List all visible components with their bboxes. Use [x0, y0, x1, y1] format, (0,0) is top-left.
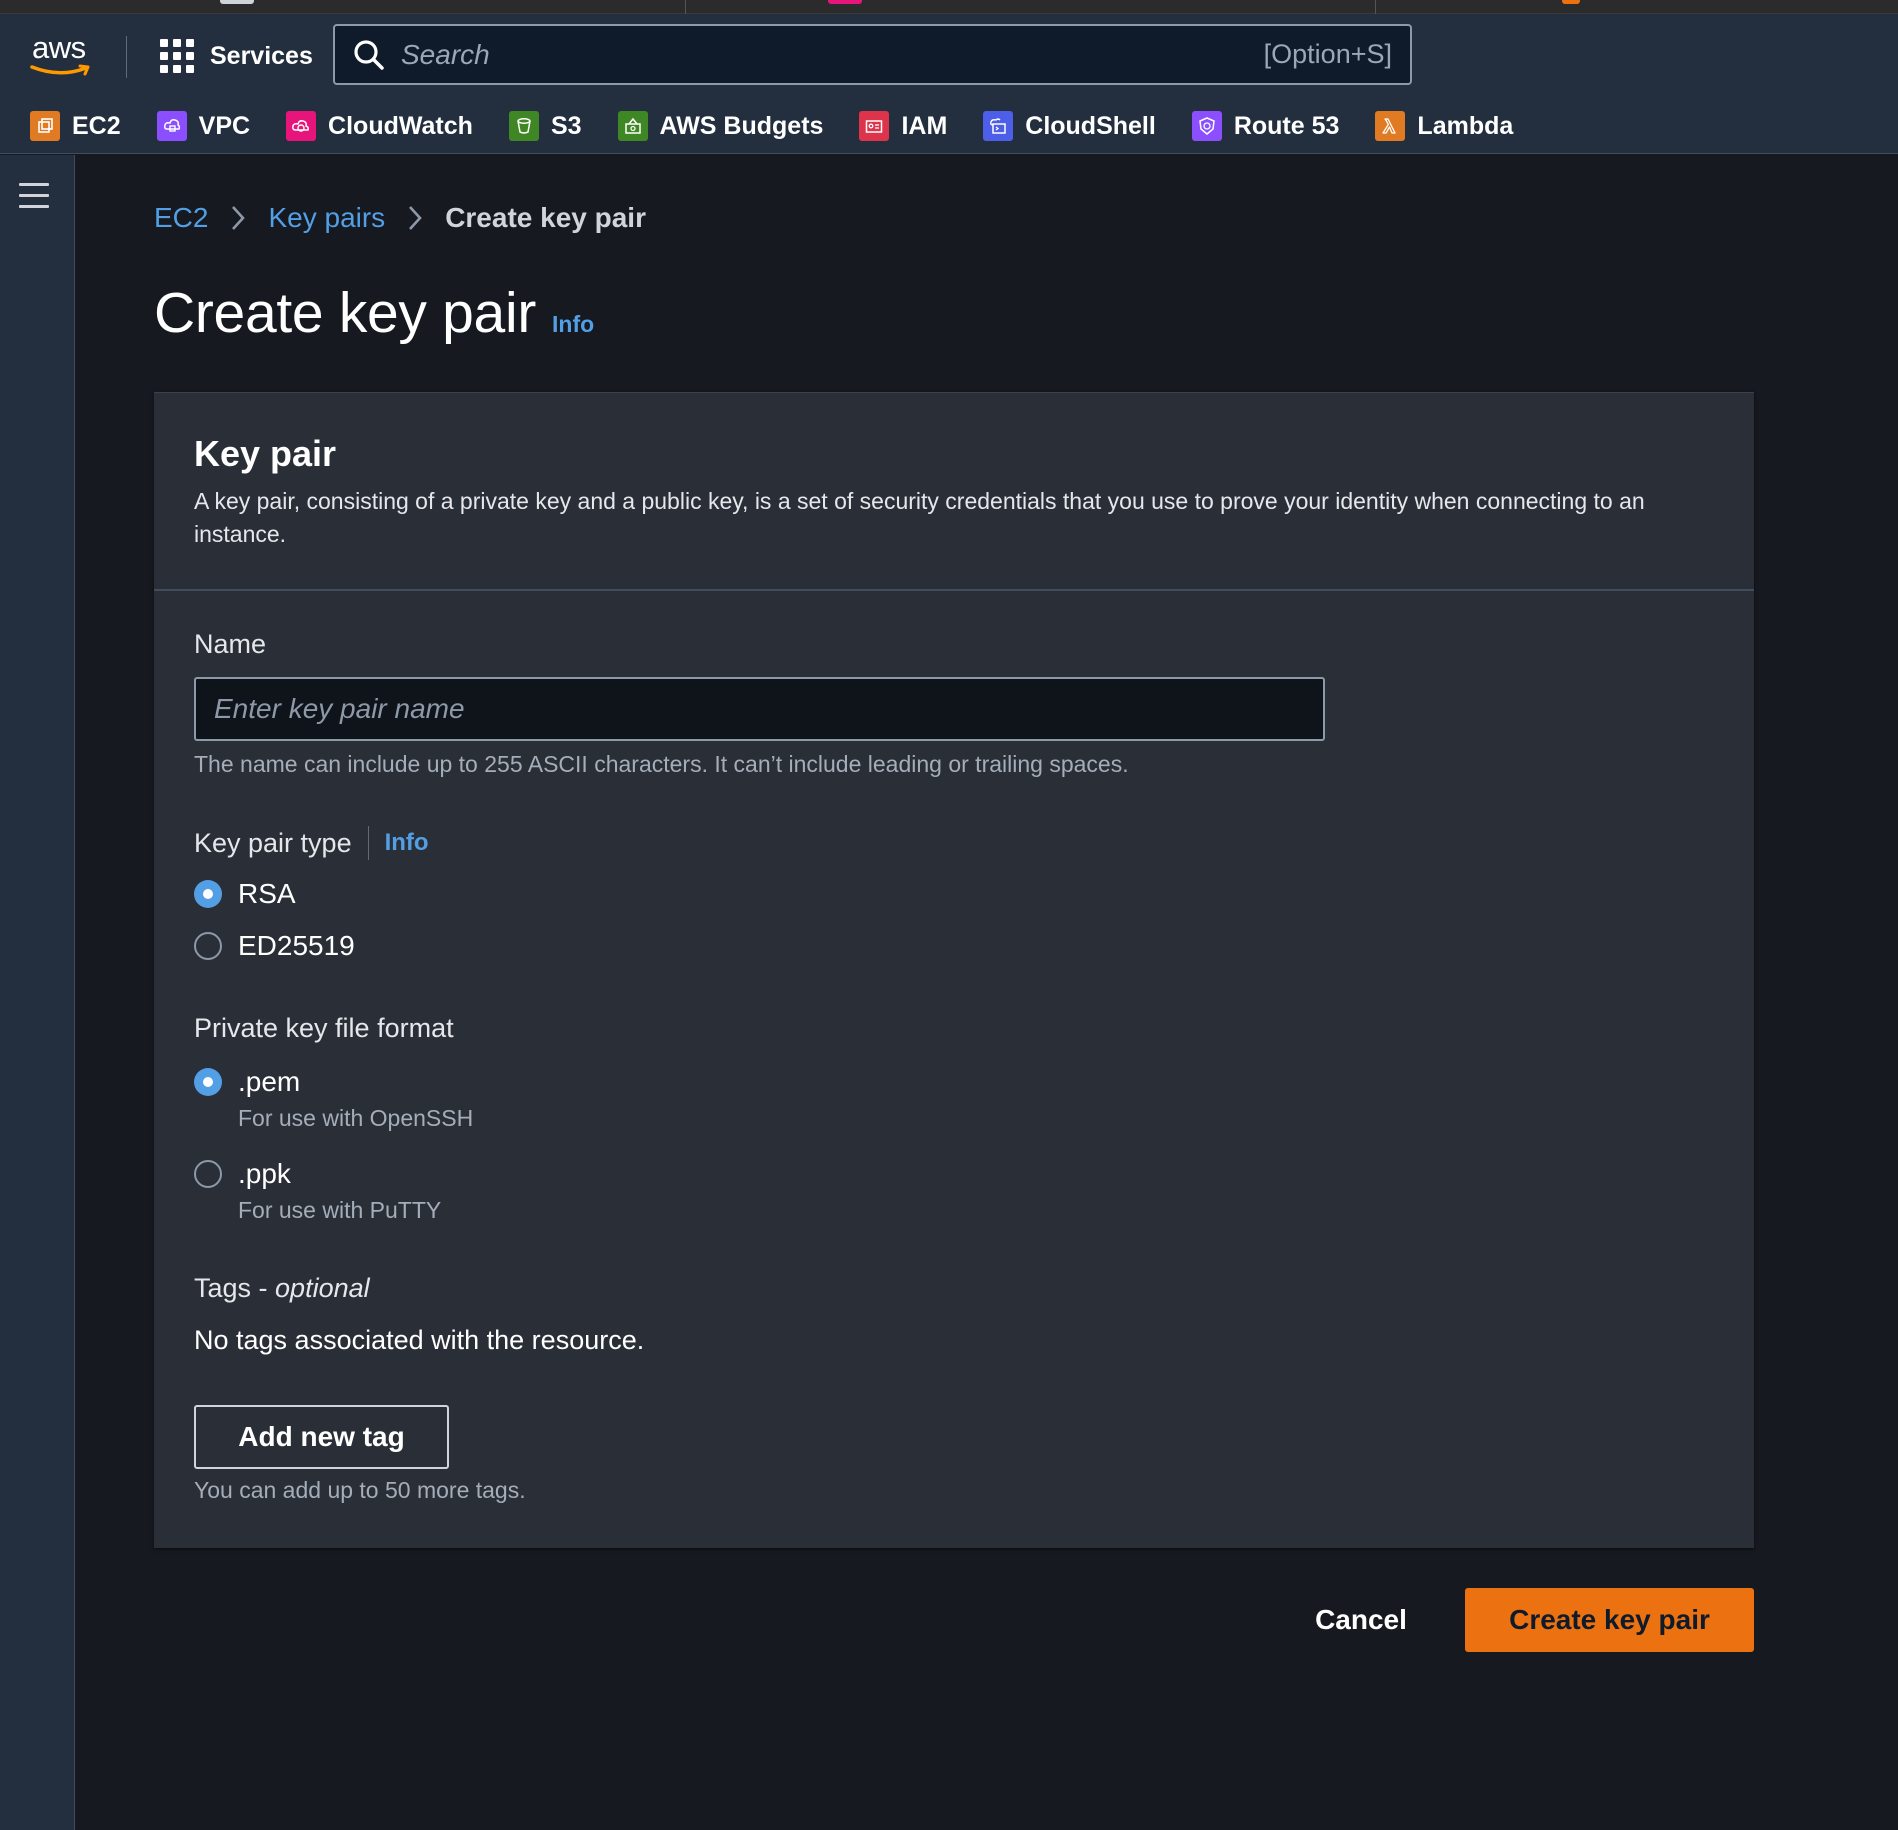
- favorite-label: VPC: [198, 111, 251, 140]
- hamburger-menu-icon[interactable]: [19, 183, 49, 209]
- create-key-pair-button[interactable]: Create key pair: [1465, 1588, 1754, 1652]
- favorite-label: CloudWatch: [328, 111, 473, 140]
- key-pair-panel: Key pair A key pair, consisting of a pri…: [154, 392, 1754, 1548]
- page-title: Create key pair: [154, 281, 537, 345]
- favorite-label: EC2: [72, 111, 121, 140]
- favorite-label: CloudShell: [1025, 111, 1156, 140]
- lambda-icon: [1375, 111, 1406, 141]
- services-grid-icon: [160, 39, 194, 73]
- favorite-cloudwatch[interactable]: CloudWatch: [286, 106, 473, 146]
- browser-tab-fragment[interactable]: [828, 0, 862, 4]
- tags-label: Tags - optional: [194, 1273, 370, 1304]
- breadcrumb: EC2 Key pairs Create key pair: [154, 196, 646, 240]
- radio-option-pem[interactable]: .pem: [194, 1066, 300, 1098]
- radio-label: .ppk: [238, 1158, 291, 1189]
- radio-button-selected[interactable]: [194, 880, 222, 908]
- page-info-link[interactable]: Info: [552, 311, 594, 338]
- radio-option-ppk[interactable]: .ppk: [194, 1158, 291, 1190]
- key-pair-type-info-link[interactable]: Info: [385, 829, 429, 857]
- aws-smile-icon: [30, 64, 90, 76]
- radio-button[interactable]: [194, 1160, 222, 1188]
- nav-divider: [126, 36, 127, 78]
- radio-label: ED25519: [238, 930, 355, 961]
- favorite-ec2[interactable]: EC2: [30, 106, 121, 146]
- favorite-vpc[interactable]: VPC: [156, 106, 251, 146]
- favorite-label: AWS Budgets: [659, 111, 824, 140]
- browser-tab-fragment[interactable]: [220, 0, 254, 4]
- favorite-aws-budgets[interactable]: AWS Budgets: [617, 106, 824, 146]
- radio-button[interactable]: [194, 932, 222, 960]
- name-label: Name: [194, 629, 267, 659]
- browser-tab-strip: [0, 0, 1898, 14]
- panel-description: A key pair, consisting of a private key …: [194, 488, 1645, 547]
- label-divider: [367, 826, 369, 860]
- browser-tab-fragment[interactable]: [1562, 0, 1580, 4]
- favorite-lambda[interactable]: Lambda: [1375, 106, 1513, 146]
- page-header: Create key pair Info: [154, 280, 594, 346]
- top-navigation: aws Services [Option+S]: [0, 14, 1898, 154]
- key-pair-type-header: Key pair type Info: [194, 823, 429, 863]
- key-pair-name-input[interactable]: [194, 677, 1325, 741]
- tab-separator: [1375, 0, 1376, 14]
- tags-label-text: Tags -: [194, 1273, 276, 1303]
- iam-icon: [859, 111, 890, 141]
- favorite-cloudshell[interactable]: CloudShell: [983, 106, 1156, 146]
- radio-button-selected[interactable]: [194, 1068, 222, 1096]
- aws-logo-text: aws: [32, 30, 86, 65]
- radio-label: .pem: [238, 1066, 301, 1097]
- favorites-bar: EC2 VPC CloudWatch S3 AWS Budgets IAM Cl…: [30, 106, 1549, 146]
- side-navigation-rail: [0, 155, 75, 1830]
- name-hint: The name can include up to 255 ASCII cha…: [194, 751, 1129, 777]
- favorite-label: S3: [550, 111, 582, 140]
- favorite-label: Route 53: [1233, 111, 1340, 140]
- chevron-right-icon: [407, 204, 423, 232]
- favorite-label: IAM: [901, 111, 948, 140]
- radio-option-ed25519[interactable]: ED25519: [194, 930, 355, 962]
- key-pair-type-label: Key pair type: [194, 827, 352, 858]
- services-menu-button[interactable]: Services: [160, 36, 313, 76]
- ec2-icon: [30, 111, 60, 141]
- add-new-tag-button[interactable]: Add new tag: [194, 1405, 449, 1469]
- private-key-format-label: Private key file format: [194, 1013, 454, 1043]
- panel-header: Key pair A key pair, consisting of a pri…: [154, 393, 1754, 591]
- pem-description: For use with OpenSSH: [238, 1105, 474, 1131]
- no-tags-message: No tags associated with the resource.: [194, 1325, 645, 1355]
- cancel-button[interactable]: Cancel: [1290, 1588, 1432, 1652]
- favorite-iam[interactable]: IAM: [859, 106, 947, 146]
- s3-icon: [508, 111, 539, 141]
- breadcrumb-key-pairs[interactable]: Key pairs: [268, 202, 385, 234]
- tab-separator: [685, 0, 686, 14]
- cloudwatch-icon: [286, 111, 317, 141]
- search-shortcut-hint: [Option+S]: [1263, 39, 1392, 69]
- page: aws Services [Option+S]: [0, 0, 1898, 1830]
- vpc-icon: [156, 111, 187, 141]
- radio-option-rsa[interactable]: RSA: [194, 878, 296, 910]
- search-input[interactable]: [385, 26, 1264, 83]
- chevron-right-icon: [230, 204, 246, 232]
- favorite-s3[interactable]: S3: [508, 106, 582, 146]
- aws-logo[interactable]: aws: [30, 30, 96, 78]
- breadcrumb-ec2[interactable]: EC2: [154, 202, 208, 234]
- panel-title: Key pair: [194, 433, 337, 474]
- ppk-description: For use with PuTTY: [238, 1197, 442, 1223]
- budgets-icon: [617, 111, 648, 141]
- tags-optional-text: optional: [275, 1273, 370, 1303]
- radio-label: RSA: [238, 878, 296, 909]
- tag-limit-hint: You can add up to 50 more tags.: [194, 1477, 526, 1503]
- services-label: Services: [210, 41, 313, 70]
- search-box[interactable]: [Option+S]: [333, 24, 1412, 85]
- search-icon: [354, 39, 384, 70]
- cloudshell-icon: [983, 111, 1014, 141]
- breadcrumb-current: Create key pair: [445, 202, 646, 233]
- favorite-label: Lambda: [1417, 111, 1514, 140]
- favorite-route-53[interactable]: Route 53: [1191, 106, 1340, 146]
- route53-icon: [1191, 111, 1222, 141]
